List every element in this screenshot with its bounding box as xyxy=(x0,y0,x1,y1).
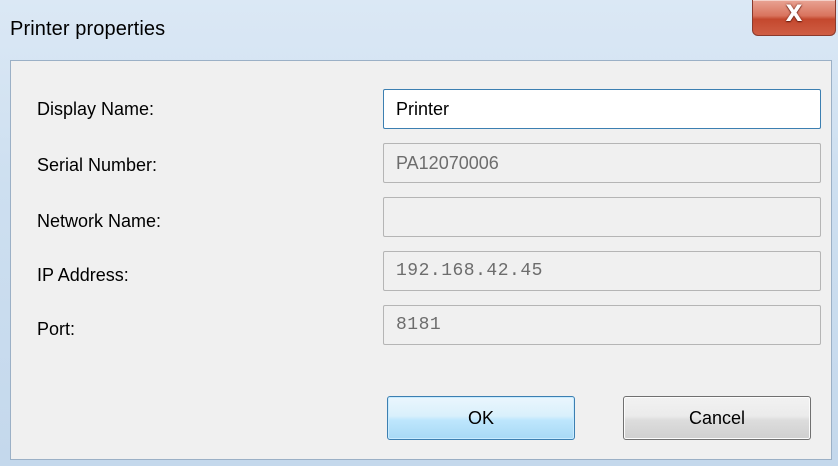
window-title: Printer properties xyxy=(10,18,166,40)
close-button[interactable]: X xyxy=(752,0,836,36)
serial-number-label: Serial Number: xyxy=(37,155,158,175)
serial-number-field xyxy=(383,143,821,183)
title-bar[interactable]: Printer properties X xyxy=(0,0,838,60)
close-icon: X xyxy=(785,2,803,27)
ip-address-label: IP Address: xyxy=(37,265,129,285)
dialog-content: Display Name: Serial Number: Network Nam… xyxy=(10,60,832,460)
cancel-button[interactable]: Cancel xyxy=(623,396,811,440)
ok-button[interactable]: OK xyxy=(387,396,575,440)
display-name-label: Display Name: xyxy=(37,99,155,119)
network-name-label: Network Name: xyxy=(37,211,162,231)
ip-address-field xyxy=(383,251,821,291)
network-name-field xyxy=(383,197,821,237)
port-field xyxy=(383,305,821,345)
printer-properties-dialog: Printer properties X Display Name: Seria… xyxy=(0,0,838,466)
display-name-field[interactable] xyxy=(383,89,821,129)
port-label: Port: xyxy=(37,319,76,339)
